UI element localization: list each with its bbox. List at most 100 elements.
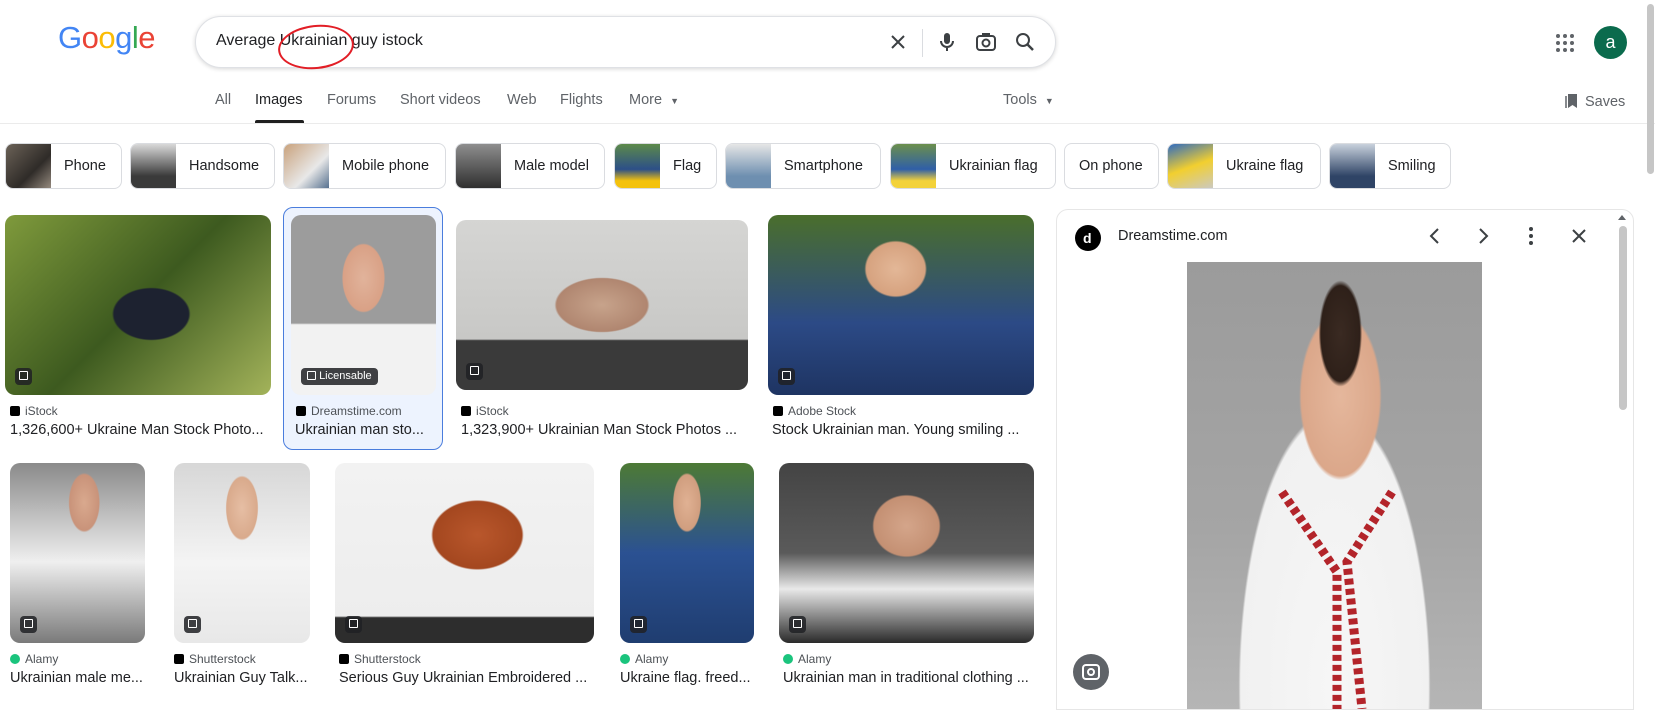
chevron-left-icon[interactable] (1423, 224, 1447, 248)
saves-button[interactable]: Saves (1565, 93, 1625, 110)
result-source[interactable]: iStock (461, 404, 509, 418)
result-thumbnail[interactable] (456, 220, 748, 390)
result-source-label: Alamy (798, 652, 832, 666)
embroidery-pattern (1278, 489, 1396, 709)
result-source-label: iStock (476, 404, 509, 418)
chip-label: Handsome (189, 158, 260, 174)
close-icon[interactable] (1567, 224, 1591, 248)
chip-flag[interactable]: Flag (614, 143, 717, 189)
result-source-label: Adobe Stock (788, 404, 857, 418)
result-title[interactable]: Ukrainian man in traditional clothing ..… (783, 670, 1033, 686)
chip-thumbnail (615, 144, 660, 188)
chip-thumbnail (6, 144, 51, 188)
panel-scrollbar[interactable] (1619, 226, 1627, 410)
search-box[interactable]: Average Ukrainian guy istock (195, 16, 1056, 73)
licensable-label: Licensable (319, 370, 372, 382)
result-source[interactable]: Alamy (783, 652, 831, 666)
page-scrollbar[interactable] (1647, 4, 1654, 174)
shutterstock-favicon-icon (174, 654, 184, 664)
result-source[interactable]: Dreamstime.com (296, 404, 402, 418)
chip-thumbnail (131, 144, 176, 188)
result-thumbnail[interactable] (335, 463, 594, 643)
tools-button[interactable]: Tools ▼ (1003, 92, 1054, 108)
chip-smiling[interactable]: Smiling (1329, 143, 1451, 189)
result-source-label: Shutterstock (189, 652, 256, 666)
microphone-icon[interactable] (935, 30, 959, 54)
chip-label: Male model (514, 158, 589, 174)
chip-smartphone[interactable]: Smartphone (725, 143, 881, 189)
google-logo[interactable]: Google (58, 20, 156, 56)
result-title[interactable]: Ukraine flag. freed... (620, 670, 754, 686)
chip-label: Smiling (1388, 158, 1436, 174)
bookmark-icon (1565, 94, 1577, 108)
chip-label: On phone (1079, 158, 1143, 174)
chip-label: Mobile phone (342, 158, 430, 174)
result-title[interactable]: Ukrainian man sto... (295, 422, 435, 438)
chip-thumbnail (891, 144, 936, 188)
svg-text:d: d (1083, 230, 1092, 246)
result-source[interactable]: iStock (10, 404, 58, 418)
chip-thumbnail (1330, 144, 1375, 188)
shutterstock-favicon-icon (339, 654, 349, 664)
result-source-label: Shutterstock (354, 652, 421, 666)
account-avatar[interactable]: a (1594, 26, 1627, 59)
tab-all[interactable]: All (215, 92, 231, 108)
result-thumbnail[interactable]: Licensable (291, 215, 436, 395)
chevron-right-icon[interactable] (1471, 224, 1495, 248)
chip-male-model[interactable]: Male model (455, 143, 605, 189)
chip-thumbnail (284, 144, 329, 188)
lens-search-button[interactable] (1073, 654, 1109, 690)
tools-label: Tools (1003, 92, 1037, 108)
result-thumbnail[interactable] (174, 463, 310, 643)
tab-images[interactable]: Images (255, 92, 303, 108)
result-thumbnail[interactable] (779, 463, 1034, 643)
panel-source-title[interactable]: Dreamstime.com (1118, 228, 1228, 244)
result-title[interactable]: Stock Ukrainian man. Young smiling ... (772, 422, 1034, 438)
chip-mobile-phone[interactable]: Mobile phone (283, 143, 446, 189)
result-source[interactable]: Shutterstock (174, 652, 256, 666)
dreamstime-favicon-icon: d (1075, 225, 1101, 251)
tab-flights[interactable]: Flights (560, 92, 603, 108)
chip-thumbnail (456, 144, 501, 188)
saves-label: Saves (1585, 94, 1626, 110)
chip-label: Smartphone (784, 158, 863, 174)
chip-label: Ukraine flag (1226, 158, 1304, 174)
result-thumbnail[interactable] (620, 463, 754, 643)
chip-ukrainian-flag[interactable]: Ukrainian flag (890, 143, 1056, 189)
result-title[interactable]: Serious Guy Ukrainian Embroidered ... (339, 670, 594, 686)
tab-web[interactable]: Web (507, 92, 537, 108)
tab-short-videos[interactable]: Short videos (400, 92, 481, 108)
result-title[interactable]: 1,326,600+ Ukraine Man Stock Photo... (10, 422, 270, 438)
tab-more-label: More (629, 92, 663, 108)
result-source[interactable]: Shutterstock (339, 652, 421, 666)
preview-image[interactable] (1187, 262, 1482, 709)
chip-on-phone[interactable]: On phone (1064, 143, 1159, 189)
result-thumbnail[interactable] (5, 215, 271, 395)
tab-forums[interactable]: Forums (327, 92, 376, 108)
result-thumbnail[interactable] (10, 463, 145, 643)
clear-icon[interactable] (886, 30, 910, 54)
result-source[interactable]: Alamy (620, 652, 668, 666)
dreamstime-favicon-icon (296, 406, 306, 416)
result-thumbnail[interactable] (768, 215, 1034, 395)
chip-handsome[interactable]: Handsome (130, 143, 275, 189)
chevron-down-icon: ▼ (670, 96, 679, 106)
apps-grid-icon[interactable] (1555, 33, 1575, 53)
scroll-up-arrow-icon[interactable] (1617, 213, 1627, 221)
more-vert-icon[interactable] (1519, 224, 1543, 248)
result-title[interactable]: Ukrainian male me... (10, 670, 145, 686)
istock-favicon-icon (461, 406, 471, 416)
red-annotation-circle (275, 21, 357, 73)
image-icon (345, 616, 362, 633)
search-icon[interactable] (1013, 30, 1037, 54)
lens-camera-icon[interactable] (974, 30, 998, 54)
chip-ukraine-flag[interactable]: Ukraine flag (1167, 143, 1321, 189)
tab-more[interactable]: More ▼ (629, 92, 679, 108)
result-title[interactable]: 1,323,900+ Ukrainian Man Stock Photos ..… (461, 422, 751, 438)
result-source[interactable]: Alamy (10, 652, 58, 666)
image-icon (789, 616, 806, 633)
result-title[interactable]: Ukrainian Guy Talk... (174, 670, 310, 686)
chip-phone[interactable]: Phone (5, 143, 122, 189)
result-source[interactable]: Adobe Stock (773, 404, 856, 418)
image-icon (466, 363, 483, 380)
